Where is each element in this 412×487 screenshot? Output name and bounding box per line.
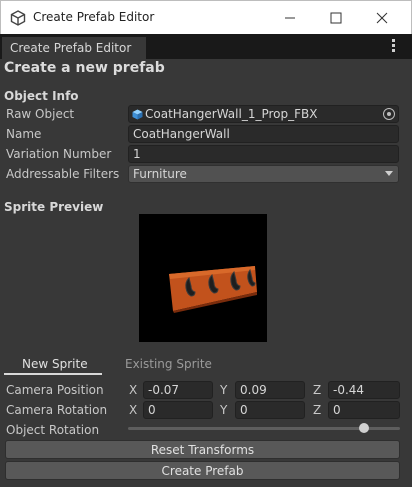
editor-tabbar: Create Prefab Editor xyxy=(0,34,412,59)
tab-new-sprite[interactable]: New Sprite xyxy=(22,357,88,371)
addressable-filters-dropdown[interactable]: Furniture xyxy=(128,165,399,183)
object-rotation-slider-thumb[interactable] xyxy=(358,423,369,433)
raw-object-label: Raw Object xyxy=(6,107,75,121)
reset-transforms-button[interactable]: Reset Transforms xyxy=(5,440,400,459)
camera-rotation-x-label: X xyxy=(129,403,138,417)
section-object-info: Object Info xyxy=(4,89,79,103)
name-field[interactable]: CoatHangerWall xyxy=(128,125,399,143)
maximize-icon xyxy=(330,12,342,24)
create-prefab-button[interactable]: Create Prefab xyxy=(5,461,400,480)
kebab-menu-icon[interactable] xyxy=(392,39,396,53)
camera-rotation-y-label: Y xyxy=(220,403,228,417)
active-tab-indicator xyxy=(4,373,102,375)
variation-number-label: Variation Number xyxy=(6,147,112,161)
page-title: Create a new prefab xyxy=(4,60,165,76)
tab-existing-sprite[interactable]: Existing Sprite xyxy=(125,357,212,371)
camera-position-y-label: Y xyxy=(220,383,228,397)
section-sprite-preview: Sprite Preview xyxy=(4,200,104,214)
raw-object-field[interactable]: CoatHangerWall_1_Prop_FBX xyxy=(128,105,399,123)
camera-position-y-field[interactable]: 0.09 xyxy=(235,381,305,399)
camera-rotation-label: Camera Rotation xyxy=(6,403,108,417)
camera-rotation-z-label: Z xyxy=(313,403,322,417)
camera-rotation-x-field[interactable]: 0 xyxy=(143,401,213,419)
addressable-filters-value: Furniture xyxy=(133,167,187,181)
chevron-down-icon xyxy=(385,171,393,176)
camera-position-x-label: X xyxy=(129,383,138,397)
camera-position-label: Camera Position xyxy=(6,383,104,397)
close-button[interactable] xyxy=(359,1,405,35)
maximize-button[interactable] xyxy=(313,1,359,35)
addressable-filters-label: Addressable Filters xyxy=(6,167,120,181)
camera-position-z-field[interactable]: -0.44 xyxy=(328,381,400,399)
camera-rotation-y-field[interactable]: 0 xyxy=(235,401,305,419)
name-label: Name xyxy=(6,127,42,141)
close-icon xyxy=(376,12,388,24)
unity-cube-icon xyxy=(10,10,26,26)
minimize-icon xyxy=(285,17,295,19)
camera-position-x-field[interactable]: -0.07 xyxy=(143,381,213,399)
window-titlebar: Create Prefab Editor xyxy=(0,0,412,34)
raw-object-value: CoatHangerWall_1_Prop_FBX xyxy=(145,107,318,121)
window-title: Create Prefab Editor xyxy=(33,10,155,24)
sprite-preview-image xyxy=(139,214,267,342)
object-rotation-label: Object Rotation xyxy=(6,423,100,437)
minimize-button[interactable] xyxy=(267,1,313,35)
variation-number-field[interactable]: 1 xyxy=(128,145,399,163)
object-picker-icon[interactable] xyxy=(383,108,395,120)
camera-rotation-z-field[interactable]: 0 xyxy=(328,401,400,419)
camera-position-z-label: Z xyxy=(313,383,322,397)
tab-create-prefab-editor[interactable]: Create Prefab Editor xyxy=(2,37,146,59)
coat-hanger-render xyxy=(169,266,257,313)
mesh-cube-icon xyxy=(132,109,143,120)
